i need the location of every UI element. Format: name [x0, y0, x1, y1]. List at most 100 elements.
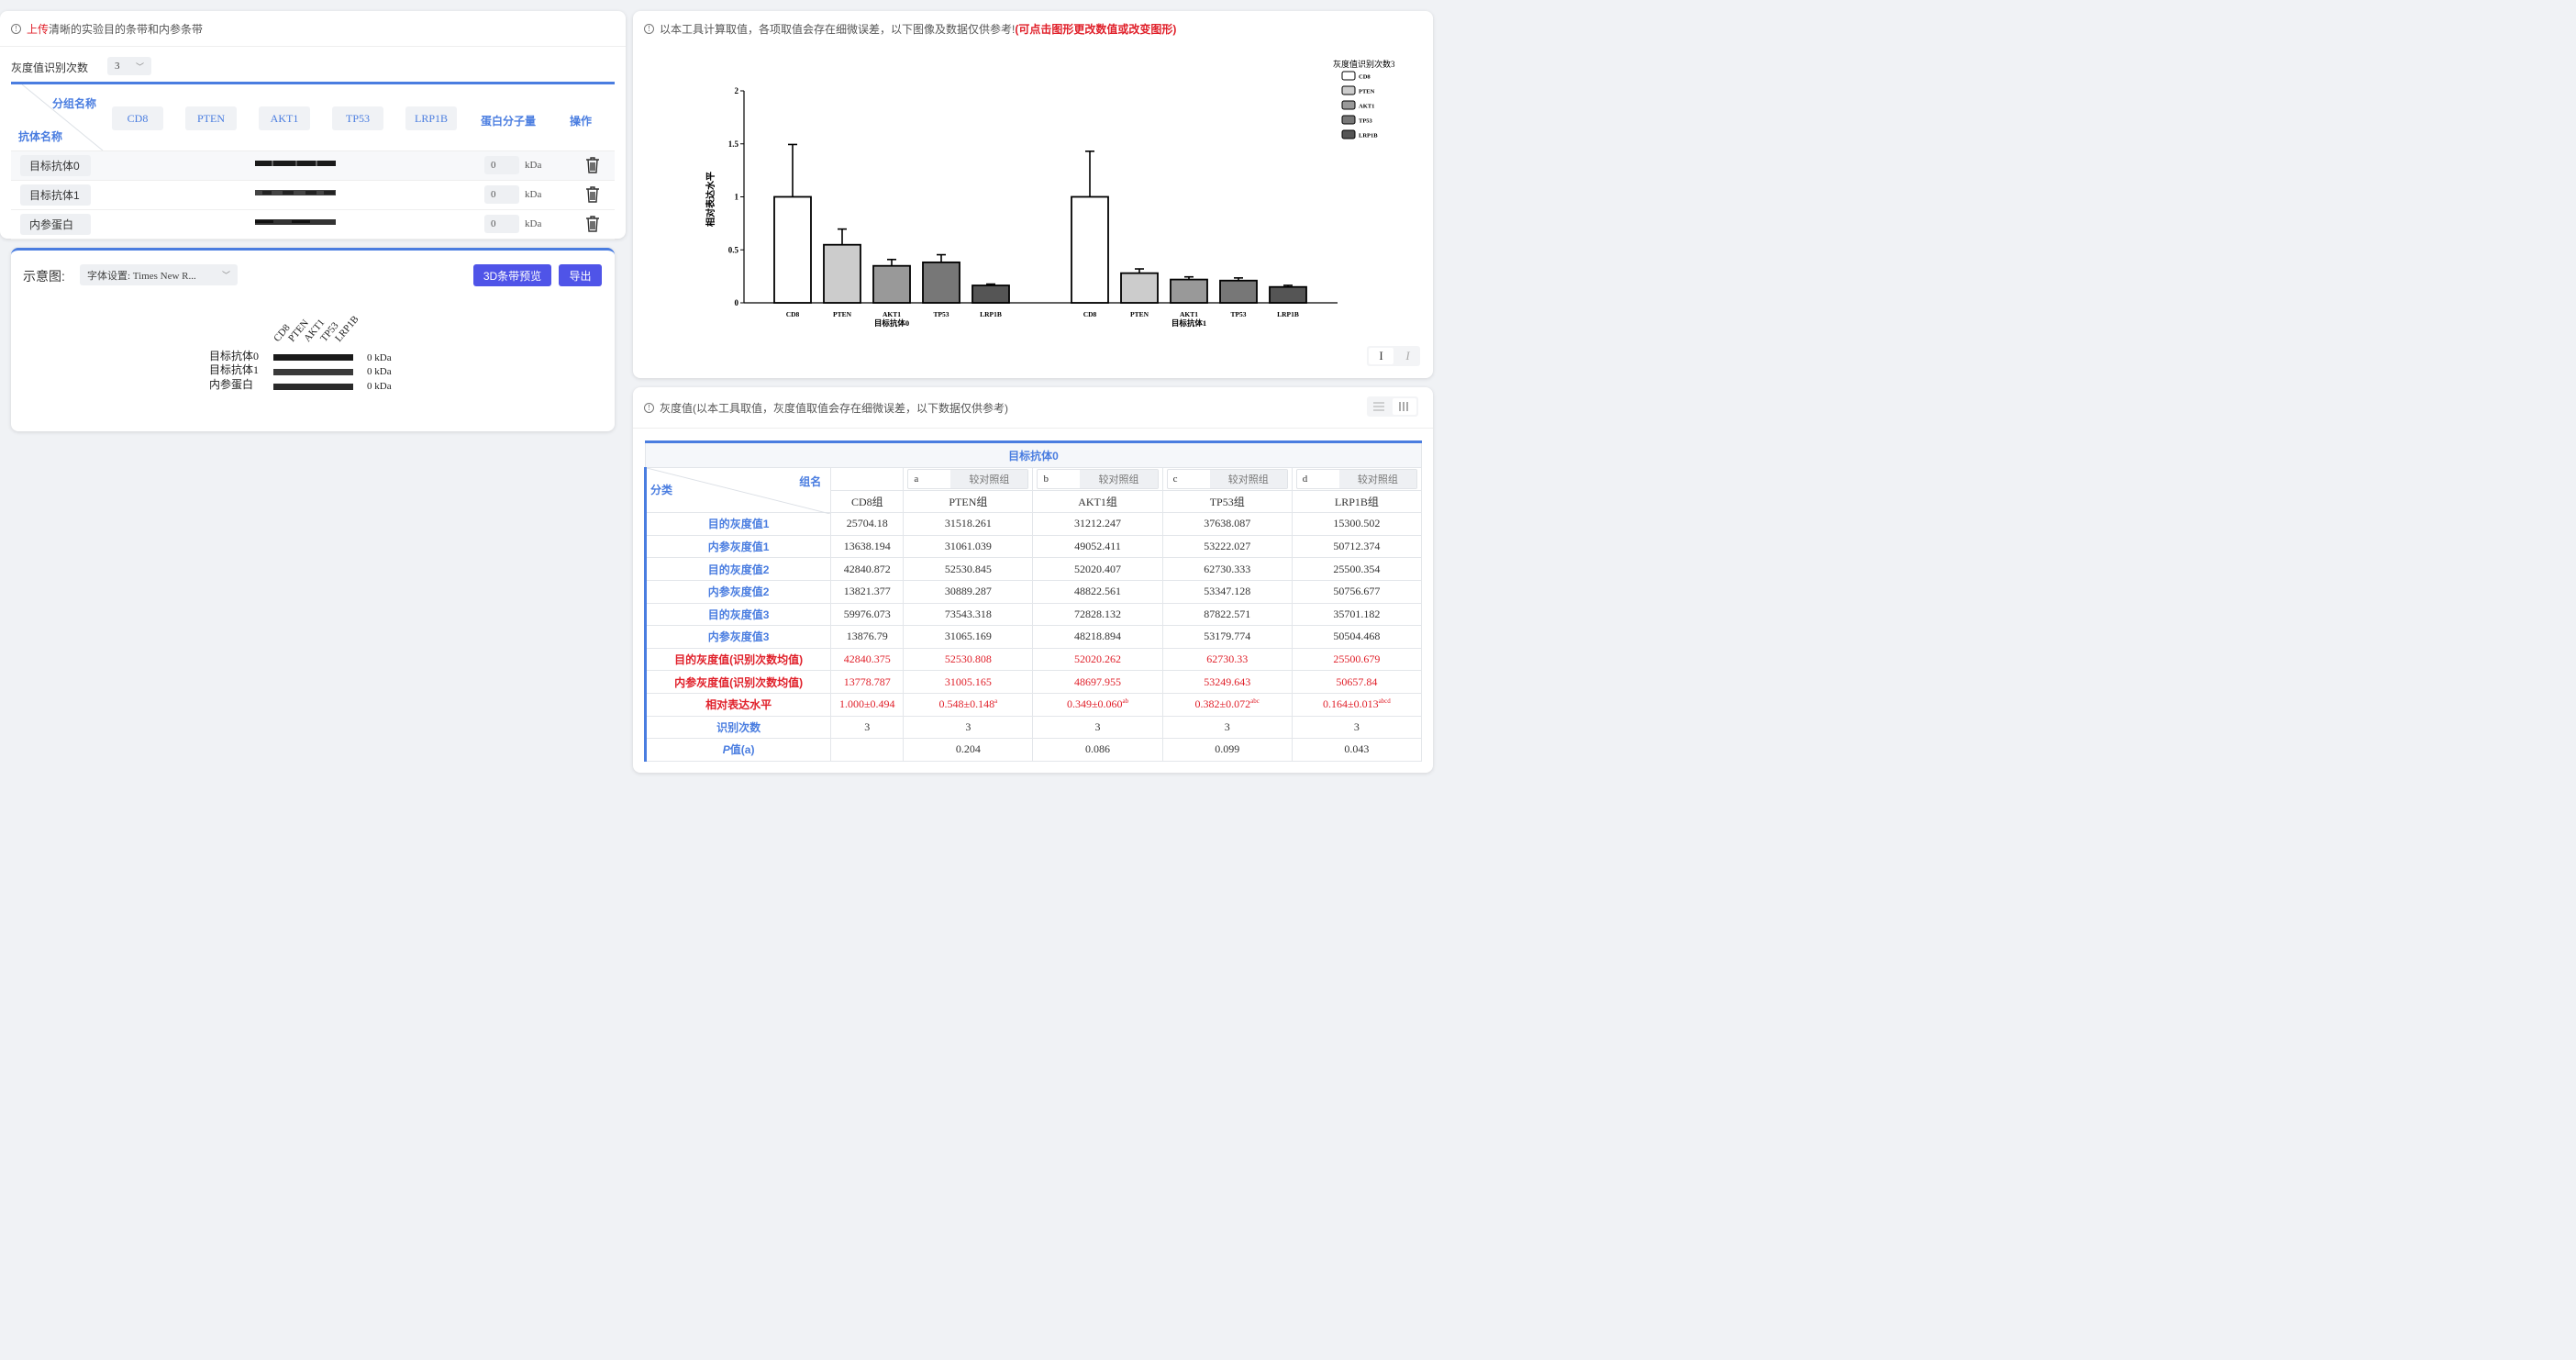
trash-icon[interactable]: [584, 156, 601, 174]
bar[interactable]: [1170, 278, 1208, 304]
corner-category-label: 分类: [650, 484, 673, 497]
legend-swatch: [1341, 85, 1356, 95]
antibody-name-button[interactable]: 目标抗体1: [20, 184, 91, 206]
compare-button[interactable]: 较对照组: [1338, 469, 1416, 488]
mw-input[interactable]: 0: [484, 215, 519, 233]
compare-letter[interactable]: a: [908, 470, 950, 488]
table-cell: 48822.561: [1032, 579, 1163, 604]
bar[interactable]: [1120, 272, 1159, 304]
x-tick-label: LRP1B: [1277, 310, 1299, 318]
count-label: 灰度值识别次数: [11, 61, 89, 74]
antibody-name-button[interactable]: 目标抗体0: [20, 155, 91, 176]
significance-mark: abc: [1250, 697, 1260, 706]
table-row: P值(a) 0.204 0.086 0.099 0.043: [643, 738, 1423, 762]
row-label: 识别次数: [643, 715, 832, 740]
compare-button[interactable]: 较对照组: [950, 469, 1028, 488]
x-tick-label: CD8: [786, 310, 800, 318]
bold-icon[interactable]: I: [1369, 348, 1393, 364]
count-value: 3: [115, 61, 120, 72]
table-cell: 25500.679: [1291, 647, 1423, 672]
compare-button[interactable]: 较对照组: [1209, 469, 1287, 488]
group-lrp1b[interactable]: LRP1B: [405, 106, 457, 130]
group-pten[interactable]: PTEN: [185, 106, 237, 130]
x-tick-label: PTEN: [1130, 310, 1149, 318]
preview-3d-button[interactable]: 3D条带预览: [473, 264, 551, 286]
schematic-row-label: 目标抗体1: [209, 362, 259, 376]
mw-input[interactable]: 0: [484, 156, 519, 174]
legend-swatch: [1341, 129, 1356, 139]
table-row: 内参灰度值2 13821.377 30889.287 48822.561 53347.1…: [643, 579, 1423, 604]
table-cell: [830, 738, 905, 762]
table-cell: 3: [903, 715, 1034, 740]
rows-view-icon[interactable]: [1367, 396, 1391, 417]
table-cell: 13821.377: [830, 579, 905, 604]
mw-unit: kDa: [525, 189, 542, 200]
table-cell: 72828.132: [1032, 602, 1163, 627]
table-cell: 53249.643: [1161, 670, 1293, 694]
table-title-row: 目标抗体0: [645, 440, 1422, 468]
group-name-cell: AKT1组: [1032, 489, 1163, 514]
table-cell: 25500.354: [1291, 557, 1423, 581]
schematic-row-label: 目标抗体0: [209, 349, 259, 362]
bar[interactable]: [773, 195, 812, 304]
legend-swatch: [1341, 71, 1356, 81]
columns-view-icon[interactable]: [1393, 398, 1416, 415]
compare-letter[interactable]: d: [1297, 470, 1339, 488]
schematic-label: 示意图:: [23, 269, 65, 284]
table-cell: 48218.894: [1032, 625, 1163, 649]
export-button[interactable]: 导出: [559, 264, 602, 286]
bar[interactable]: [1219, 279, 1258, 304]
group-cd8[interactable]: CD8: [112, 106, 163, 130]
table-cell: 0.043: [1291, 738, 1423, 762]
compare-button[interactable]: 较对照组: [1080, 469, 1158, 488]
bar[interactable]: [972, 284, 1010, 304]
table-cell: 50756.677: [1291, 579, 1423, 604]
legend-label: CD8: [1359, 74, 1371, 81]
bar[interactable]: [823, 243, 861, 304]
group-name-cell: TP53组: [1161, 489, 1293, 514]
bar[interactable]: [922, 261, 960, 304]
table-cell: 62730.33: [1161, 647, 1293, 672]
group-name-cell: LRP1B组: [1291, 489, 1423, 514]
significance-mark: a: [994, 697, 998, 706]
italic-icon[interactable]: I: [1395, 346, 1420, 366]
table-cell: 62730.333: [1161, 557, 1293, 581]
mw-input[interactable]: 0: [484, 185, 519, 204]
bar[interactable]: [1071, 195, 1109, 304]
antibody-name-button[interactable]: 内参蛋白: [20, 214, 91, 235]
trash-icon[interactable]: [584, 215, 601, 233]
table-cell: 52020.407: [1032, 557, 1163, 581]
upload-link[interactable]: 上传: [27, 21, 49, 37]
table-cell: 42840.872: [830, 557, 905, 581]
header-group-name: 分组名称: [52, 97, 97, 110]
legend-label: AKT1: [1359, 104, 1374, 110]
row-label: 目的灰度值2: [643, 557, 832, 581]
table-title: 目标抗体0: [645, 440, 1422, 468]
compare-cell: a 较对照组: [903, 467, 1034, 491]
group-tp53[interactable]: TP53: [332, 106, 383, 130]
font-select[interactable]: 字体设置: Times New R... ﹀: [80, 264, 238, 285]
table-cell: 31065.169: [903, 625, 1034, 649]
compare-cell: c 较对照组: [1161, 467, 1293, 491]
compare-letter[interactable]: b: [1038, 470, 1080, 488]
count-select[interactable]: 3 ﹀: [107, 57, 151, 75]
bar-chart[interactable]: 0 0.5 1 1.5 2 相对表达水平 CD8 PTEN AKT1 TP53 LRP1B 目标抗体0…: [633, 11, 1433, 378]
table-cell: 50657.84: [1291, 670, 1423, 694]
table-cell: 13638.194: [830, 534, 905, 559]
bar[interactable]: [1269, 285, 1307, 304]
x-tick-label: TP53: [933, 310, 949, 318]
gray-panel-header: ! 灰度值(以本工具取值，灰度值取值会存在细微误差，以下数据仅供参考): [633, 387, 1433, 429]
compare-letter[interactable]: c: [1168, 470, 1210, 488]
x-tick-label: LRP1B: [980, 310, 1002, 318]
bar[interactable]: [872, 264, 911, 304]
table-row: 相对表达水平 1.000±0.494 0.548±0.148a 0.349±0.060…: [643, 692, 1423, 717]
legend-label: TP53: [1359, 118, 1373, 125]
y-tick-label: 1: [735, 193, 739, 202]
table-cell: 3: [830, 715, 905, 740]
trash-icon[interactable]: [584, 185, 601, 204]
table-cell: 30889.287: [903, 579, 1034, 604]
table-cell: 15300.502: [1291, 512, 1423, 536]
table-cell: 53222.027: [1161, 534, 1293, 559]
group-akt1[interactable]: AKT1: [259, 106, 310, 130]
significance-mark: abcd: [1378, 697, 1391, 706]
